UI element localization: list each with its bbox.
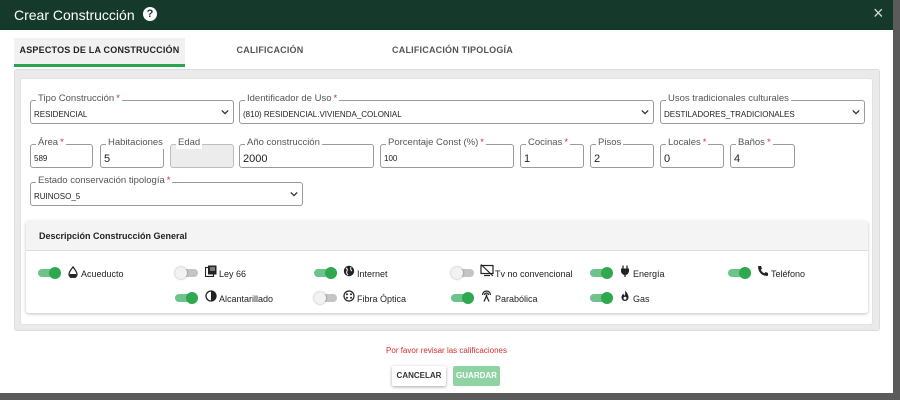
cocinas-value: 1	[524, 153, 531, 165]
create-construction-dialog: Crear Construcción ? × ASPECTOS DE LA CO…	[0, 0, 893, 393]
description-title: Descripción Construcción General	[39, 231, 188, 241]
area-label: Área	[38, 137, 59, 148]
anio-construccion-input[interactable]: Año construcción 2000	[239, 137, 374, 168]
fibra-optica-toggle[interactable]	[314, 292, 337, 304]
acueducto-label: Acueducto	[81, 269, 124, 279]
description-header: Descripción Construcción General	[26, 221, 868, 251]
pisos-label: Pisos	[598, 137, 622, 148]
identificador-uso-select[interactable]: Identificador de Uso * (810) RESIDENCIAL.…	[239, 93, 654, 124]
energia-label: Energía	[633, 269, 665, 279]
tipo-construccion-select[interactable]: Tipo Construcción * RESIDENCIAL	[30, 93, 234, 124]
edad-input: Edad	[170, 137, 234, 168]
library-books-icon	[205, 265, 217, 277]
habitaciones-input[interactable]: Habitaciones 5	[100, 137, 165, 168]
alcantarillado-label: Alcantarillado	[219, 294, 274, 304]
tab-calificacion[interactable]: CALIFICACIÓN	[190, 38, 350, 67]
edad-label: Edad	[178, 137, 201, 148]
required-marker: *	[564, 137, 569, 148]
porcentaje-const-label: Porcentaje Const (%)	[388, 137, 479, 148]
locales-value: 0	[664, 153, 671, 165]
estado-conservacion-value: RUINOSO_5	[34, 192, 81, 201]
area-value: 589	[34, 154, 48, 163]
telefono-toggle[interactable]	[728, 267, 751, 279]
usos-tradicionales-select[interactable]: Usos tradicionales culturales DESTILADOR…	[660, 93, 865, 124]
parabolica-label: Parabólica	[495, 294, 538, 304]
identificador-uso-label: Identificador de Uso	[247, 93, 332, 104]
internet-toggle[interactable]	[314, 267, 337, 279]
required-marker: *	[333, 93, 338, 104]
banos-input[interactable]: Baños * 4	[730, 137, 795, 168]
estado-conservacion-label: Estado conservación tipología	[38, 175, 165, 186]
anio-construccion-value: 2000	[243, 153, 268, 165]
antenna-icon	[481, 290, 492, 302]
ley66-toggle[interactable]	[175, 267, 198, 279]
gas-label: Gas	[633, 294, 650, 304]
dialog-header: Crear Construcción ? ×	[0, 0, 893, 30]
contrast-icon	[205, 290, 217, 302]
banos-label: Baños	[738, 137, 765, 148]
save-button[interactable]: GUARDAR	[453, 366, 500, 386]
habitaciones-label: Habitaciones	[108, 137, 163, 148]
cocinas-input[interactable]: Cocinas * 1	[520, 137, 584, 168]
usos-tradicionales-label: Usos tradicionales culturales	[668, 93, 789, 104]
tv-no-convencional-label: Tv no convencional	[495, 269, 573, 279]
required-marker: *	[702, 137, 707, 148]
cocinas-label: Cocinas	[528, 137, 563, 148]
chevron-down-icon	[641, 109, 649, 115]
dialog-title: Crear Construcción	[14, 7, 135, 23]
cancel-button[interactable]: CANCELAR	[392, 366, 446, 386]
usos-tradicionales-value: DESTILADORES_TRADICIONALES	[664, 110, 795, 119]
energia-toggle[interactable]	[590, 267, 613, 279]
fibra-optica-label: Fibra Óptica	[357, 294, 407, 304]
required-marker: *	[480, 137, 484, 148]
chevron-down-icon	[221, 109, 229, 115]
drop-icon	[68, 266, 78, 278]
required-marker: *	[766, 137, 771, 148]
fiber-icon	[343, 290, 355, 302]
phone-icon	[758, 266, 768, 276]
anio-construccion-label: Año construcción	[247, 137, 320, 148]
internet-label: Internet	[357, 269, 388, 279]
porcentaje-const-value: 100	[384, 154, 398, 163]
close-button[interactable]: ×	[873, 4, 884, 22]
tipo-construccion-value: RESIDENCIAL	[34, 110, 88, 119]
acueducto-toggle[interactable]	[38, 267, 61, 279]
flame-icon	[621, 290, 629, 301]
tv-off-icon	[480, 264, 494, 277]
locales-label: Locales	[668, 137, 701, 148]
required-marker: *	[116, 93, 120, 104]
banos-value: 4	[734, 153, 741, 165]
pisos-input[interactable]: Pisos 2	[590, 137, 654, 168]
power-plug-icon	[621, 265, 629, 277]
estado-conservacion-select[interactable]: Estado conservación tipología * RUINOSO_5	[30, 175, 303, 206]
habitaciones-value: 5	[104, 153, 111, 165]
telefono-label: Teléfono	[771, 269, 806, 279]
tab-aspectos-construccion[interactable]: ASPECTOS DE LA CONSTRUCCIÓN	[14, 38, 185, 67]
parabolica-toggle[interactable]	[451, 292, 474, 304]
chevron-down-icon	[852, 109, 860, 115]
required-marker: *	[60, 137, 64, 148]
porcentaje-const-input[interactable]: Porcentaje Const (%) * 100	[380, 137, 514, 168]
globe-icon	[343, 265, 355, 277]
tipo-construccion-label: Tipo Construcción	[38, 93, 115, 104]
gas-toggle[interactable]	[590, 292, 613, 304]
required-marker: *	[166, 175, 171, 186]
ley66-label: Ley 66	[219, 269, 247, 279]
identificador-uso-value: (810) RESIDENCIAL.VIVIENDA_COLONIAL	[243, 110, 402, 119]
pisos-value: 2	[594, 153, 601, 165]
tv-no-convencional-toggle[interactable]	[451, 267, 474, 279]
help-icon[interactable]: ?	[143, 7, 157, 21]
chevron-down-icon	[290, 191, 298, 197]
validation-warning: Por favor revisar las calificaciones	[386, 346, 507, 355]
tab-calificacion-tipologia[interactable]: CALIFICACIÓN TIPOLOGÍA	[355, 38, 550, 67]
locales-input[interactable]: Locales * 0	[660, 137, 724, 168]
alcantarillado-toggle[interactable]	[175, 292, 198, 304]
area-input[interactable]: Área * 589	[30, 137, 93, 168]
